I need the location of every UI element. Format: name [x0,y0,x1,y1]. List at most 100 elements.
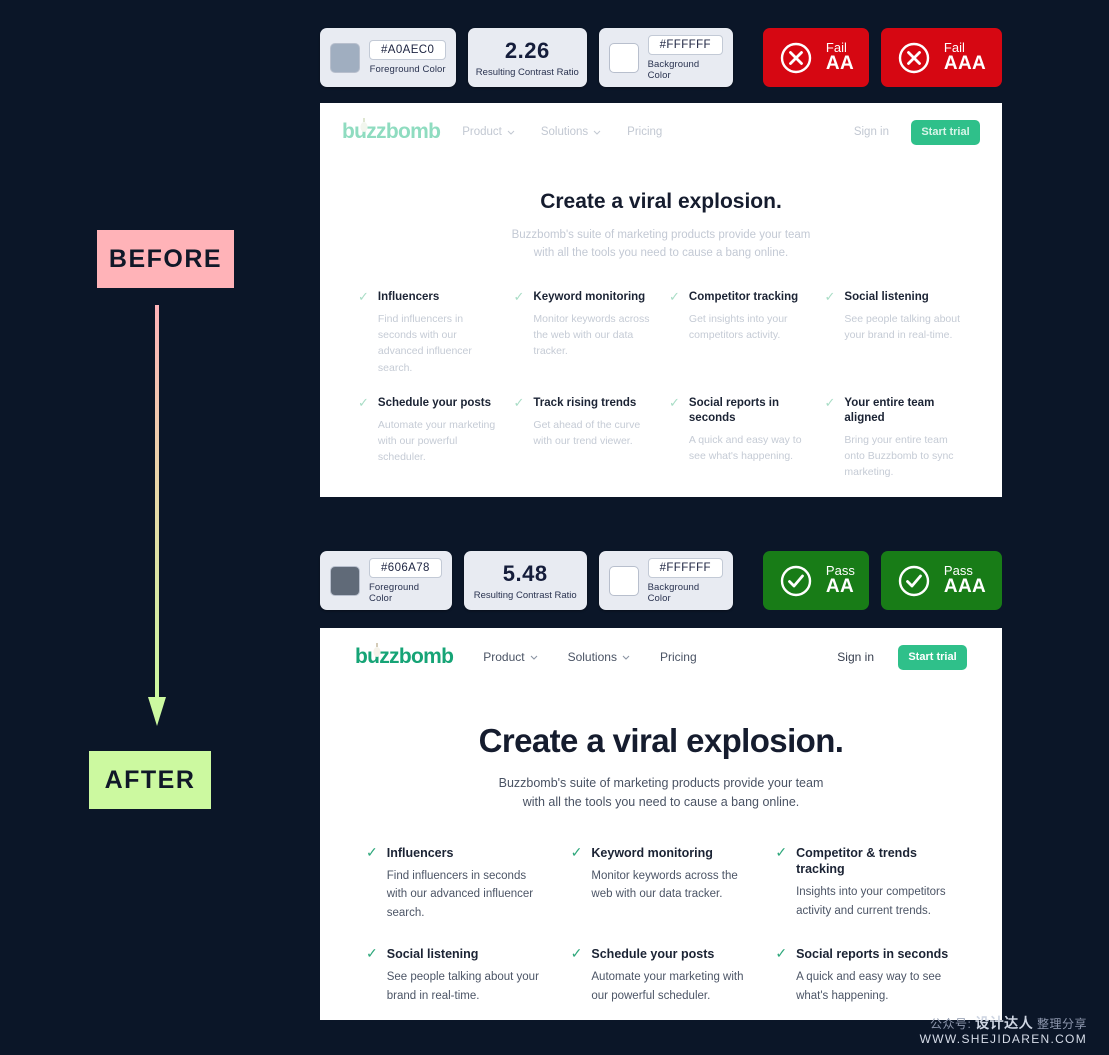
buzzbomb-logo-after[interactable]: buzzbomb [355,643,454,669]
feature-description: Find influencers in seconds with our adv… [377,312,472,374]
start-trial-button[interactable]: Start trial [911,119,980,145]
background-caption: Background Color [647,58,700,81]
hero-subtitle-line-1: Buzzbomb's suite of marketing products p… [498,776,824,790]
site-navbar-before: buzzbomb Product Solutions Pricing Sign … [320,103,1002,161]
foreground-color-swatch[interactable] [330,565,360,596]
chevron-down-icon [593,130,601,135]
feature-description: A quick and easy way to see what's happe… [688,433,802,462]
feature-item: ✓ Keyword monitoring Monitor keywords ac… [570,843,752,922]
foreground-color-swatch[interactable] [330,42,360,73]
feature-description: Automate your marketing with our powerfu… [591,971,744,1002]
website-mockup-after: buzzbomb Product Solutions Pricing Sign … [320,628,1002,1020]
nav-item-label: Pricing [659,650,697,664]
nav-actions-before: Sign in Start trial [854,119,980,145]
feature-item: ✓ Competitor & trends tracking Insights … [775,843,956,922]
feature-description: Automate your marketing with our powerfu… [377,418,496,464]
feature-item: ✓ Track rising trends Get ahead of the c… [513,394,654,481]
start-trial-button[interactable]: Start trial [898,644,967,670]
hero-title-after: Create a viral explosion. [478,722,844,759]
check-icon: ✓ [366,843,378,860]
background-color-card-after[interactable]: #FFFFFF Background Color [598,551,733,610]
check-icon: ✓ [775,843,788,860]
after-label: AFTER [89,751,211,809]
feature-item: ✓ Social reports in seconds A quick and … [669,395,809,481]
logo-text: buzzbomb [342,120,441,143]
buzzbomb-logo-before[interactable]: buzzbomb [342,118,441,144]
feature-item: ✓ Influencers Find influencers in second… [366,843,547,922]
wcag-status-text: Fail [825,39,847,55]
sign-in-link[interactable]: Sign in [854,126,889,138]
hero-subtitle-line-1: Buzzbomb's suite of marketing products p… [511,229,811,241]
sign-in-link[interactable]: Sign in [837,650,874,664]
wcag-badge-aaa-after: Pass AAA [880,551,1002,610]
feature-item: ✓ Social reports in seconds A quick and … [775,945,956,1005]
contrast-ratio-value: 2.26 [504,37,550,63]
wcag-badge-aa-after: Pass AA [762,551,869,610]
background-color-card-before[interactable]: #FFFFFF Background Color [598,28,733,87]
chevron-down-icon [622,655,630,660]
site-navbar-after: buzzbomb Product Solutions Pricing Sign … [320,628,1002,686]
check-icon: ✓ [366,945,378,962]
nav-item-label: Solutions [540,126,589,138]
background-hex-value[interactable]: #FFFFFF [647,557,723,578]
feature-title: Competitor & trends tracking [796,845,917,876]
feature-title: Track rising trends [533,396,637,409]
feature-item: ✓ Social listening See people talking ab… [366,945,547,1005]
hero-subtitle-before: Buzzbomb's suite of marketing products p… [320,226,1002,263]
nav-item-solutions[interactable]: Solutions [568,650,630,664]
foreground-color-card-before[interactable]: #A0AEC0 Foreground Color [320,28,456,87]
feature-description: See people talking about your brand in r… [386,971,539,1002]
foreground-hex-value[interactable]: #606A78 [369,557,442,578]
foreground-color-card-after[interactable]: #606A78 Foreground Color [320,551,452,610]
foreground-caption: Foreground Color [369,64,446,75]
feature-description: See people talking about your brand in r… [844,312,960,341]
fail-circle-x-icon [780,42,812,73]
feature-item: ✓ Your entire team aligned Bring your en… [824,394,965,481]
contrast-ratio-caption: Resulting Contrast Ratio [475,66,579,78]
feature-title: Keyword monitoring [591,845,713,860]
wcag-status-text: Pass [943,562,973,578]
nav-item-product[interactable]: Product [462,126,515,138]
feature-item: ✓ Influencers Find influencers in second… [358,288,498,376]
background-color-swatch[interactable] [608,42,639,73]
check-icon: ✓ [570,843,583,860]
bomb-icon [373,643,381,662]
contrast-checker-before: #A0AEC0 Foreground Color 2.26 Resulting … [320,28,1002,87]
check-icon: ✓ [358,288,369,304]
nav-item-pricing[interactable]: Pricing [660,650,697,664]
feature-title: Influencers [377,290,440,303]
wcag-level-text: AA [825,53,854,75]
nav-item-product[interactable]: Product [483,650,537,664]
wcag-badge-aaa-before: Fail AAA [880,28,1002,87]
feature-title: Social listening [386,947,479,962]
wcag-level-text: AAA [943,53,986,75]
feature-grid-after: ✓ Influencers Find influencers in second… [320,843,1002,1005]
contrast-ratio-caption: Resulting Contrast Ratio [473,589,577,601]
feature-description: Bring your entire team onto Buzzbomb to … [844,433,954,479]
feature-item: ✓ Competitor tracking Get insights into … [669,289,809,376]
nav-item-label: Product [483,650,525,664]
check-icon: ✓ [824,394,836,410]
feature-title: Your entire team aligned [844,396,935,424]
check-icon: ✓ [513,394,525,410]
contrast-ratio-card-after: 5.48 Resulting Contrast Ratio [463,551,587,610]
hero-subtitle-line-2: with all the tools you need to cause a b… [522,795,800,810]
hero-subtitle-line-2: with all the tools you need to cause a b… [533,247,789,260]
foreground-hex-value[interactable]: #A0AEC0 [369,40,447,60]
feature-grid-before: ✓ Influencers Find influencers in second… [320,288,1002,481]
logo-text: buzzbomb [355,645,454,668]
nav-item-label: Product [462,126,502,138]
background-hex-value[interactable]: #FFFFFF [647,34,723,55]
nav-item-pricing[interactable]: Pricing [627,126,662,138]
watermark-cn-brand: 设计达人 [975,1014,1034,1031]
feature-title: Keyword monitoring [533,290,646,303]
feature-description: Get insights into your competitors activ… [688,312,788,341]
check-icon: ✓ [824,288,836,304]
nav-item-solutions[interactable]: Solutions [541,126,601,138]
nav-links-before: Product Solutions Pricing [462,126,662,138]
feature-title: Competitor tracking [688,290,799,303]
feature-item: ✓ Schedule your posts Automate your mark… [358,395,498,481]
screenshot-root: BEFORE AFTER #A0AEC0 Foreground Color 2.… [0,0,1109,1055]
background-color-swatch[interactable] [608,565,639,596]
watermark-cn-prefix: 公众号: [929,1016,972,1031]
